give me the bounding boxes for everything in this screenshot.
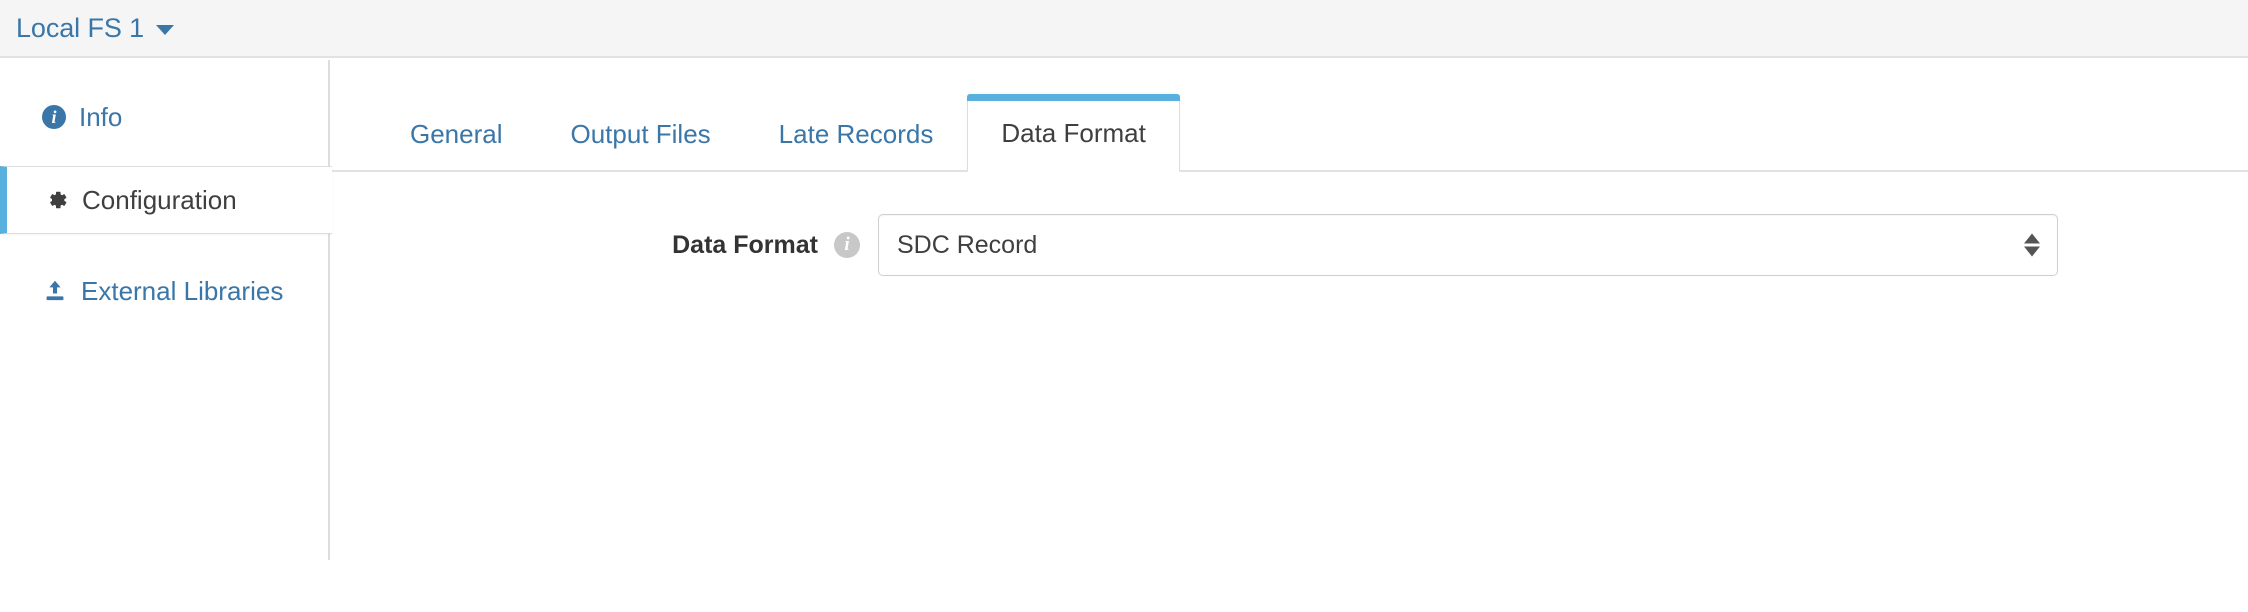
data-format-label-group: Data Format i xyxy=(332,231,878,260)
data-format-label: Data Format xyxy=(672,230,818,259)
sidebar-item-label: Configuration xyxy=(82,184,237,215)
caret-down-icon[interactable] xyxy=(156,25,175,35)
tab-label: Late Records xyxy=(778,119,934,149)
data-format-selected-value: SDC Record xyxy=(897,230,1038,259)
form-row-data-format: Data Format i SDC Record xyxy=(332,214,2248,276)
info-circle-icon: i xyxy=(42,105,66,129)
sidebar-item-external-libraries[interactable]: External Libraries xyxy=(0,260,328,322)
tab-late-records[interactable]: Late Records xyxy=(745,94,968,172)
gear-icon xyxy=(43,187,69,213)
tab-label: Data Format xyxy=(1001,118,1146,148)
data-format-select-wrap: SDC Record xyxy=(878,214,2058,276)
form-area: Data Format i SDC Record xyxy=(332,172,2248,276)
sidebar-item-info[interactable]: i Info xyxy=(0,86,328,148)
tab-output-files[interactable]: Output Files xyxy=(537,94,745,172)
data-format-select[interactable]: SDC Record xyxy=(878,214,2058,276)
sidebar-item-label: Info xyxy=(79,101,123,132)
sidebar-item-label: External Libraries xyxy=(81,275,284,306)
tab-general[interactable]: General xyxy=(376,94,537,172)
content-panel: General Output Files Late Records Data F… xyxy=(332,60,2248,612)
page-title: Local FS 1 xyxy=(16,12,145,43)
header-bar: Local FS 1 xyxy=(0,0,2248,58)
tab-data-format[interactable]: Data Format xyxy=(967,94,1180,172)
info-help-icon[interactable]: i xyxy=(834,232,860,258)
sidebar-item-configuration[interactable]: Configuration xyxy=(0,166,332,234)
tab-bar: General Output Files Late Records Data F… xyxy=(332,60,2248,172)
sidebar: i Info Configuration External Libraries xyxy=(0,60,332,560)
stage-title-dropdown[interactable]: Local FS 1 xyxy=(16,12,175,44)
app-root: Local FS 1 i Info Configuration External… xyxy=(0,0,2248,612)
tab-label: General xyxy=(410,119,503,149)
upload-icon xyxy=(42,278,68,304)
tab-label: Output Files xyxy=(570,119,711,149)
